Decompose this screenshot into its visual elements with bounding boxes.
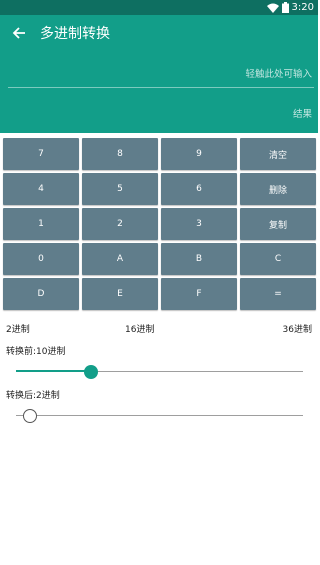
from-base-slider[interactable] xyxy=(16,365,303,379)
slider-thumb[interactable] xyxy=(83,365,98,379)
copy-button[interactable]: 复制 xyxy=(240,208,316,240)
slider-fill xyxy=(16,370,91,372)
battery-icon xyxy=(281,2,289,13)
to-base-slider[interactable] xyxy=(16,409,303,423)
back-button[interactable] xyxy=(8,22,30,44)
equals-button[interactable]: = xyxy=(240,278,316,310)
key-8[interactable]: 8 xyxy=(82,138,158,170)
key-e[interactable]: E xyxy=(82,278,158,310)
key-5[interactable]: 5 xyxy=(82,173,158,205)
base-range-labels: 2进制 16进制 36进制 xyxy=(0,322,318,336)
clear-button[interactable]: 清空 xyxy=(240,138,316,170)
slider-thumb[interactable] xyxy=(23,409,37,423)
key-b[interactable]: B xyxy=(161,243,237,275)
to-base-label: 转换后:2进制 xyxy=(6,391,60,401)
key-d[interactable]: D xyxy=(3,278,79,310)
mid-base-label: 16进制 xyxy=(125,325,155,335)
key-2[interactable]: 2 xyxy=(82,208,158,240)
keypad: 7 8 9 清空 4 5 6 删除 1 2 3 复制 0 A B C D E F = xyxy=(3,138,317,310)
key-4[interactable]: 4 xyxy=(3,173,79,205)
number-input[interactable] xyxy=(8,61,314,88)
key-1[interactable]: 1 xyxy=(3,208,79,240)
key-3[interactable]: 3 xyxy=(161,208,237,240)
key-f[interactable]: F xyxy=(161,278,237,310)
status-time: 3:20 xyxy=(291,2,314,13)
wifi-icon xyxy=(266,3,279,13)
key-a[interactable]: A xyxy=(82,243,158,275)
slider-track xyxy=(16,415,303,416)
from-base-label: 转换前:10进制 xyxy=(6,347,66,357)
key-7[interactable]: 7 xyxy=(3,138,79,170)
result-text: 结果 xyxy=(292,109,312,120)
status-icons: 3:20 xyxy=(266,1,314,14)
toolbar: 多进制转换 xyxy=(0,15,318,53)
key-0[interactable]: 0 xyxy=(3,243,79,275)
key-c[interactable]: C xyxy=(240,243,316,275)
key-6[interactable]: 6 xyxy=(161,173,237,205)
delete-button[interactable]: 删除 xyxy=(240,173,316,205)
status-bar: 3:20 xyxy=(0,0,318,15)
max-base-label: 36进制 xyxy=(282,325,312,335)
page-title: 多进制转换 xyxy=(40,26,110,42)
key-9[interactable]: 9 xyxy=(161,138,237,170)
input-panel: 结果 xyxy=(0,53,318,133)
arrow-back-icon xyxy=(12,27,25,39)
min-base-label: 2进制 xyxy=(6,325,30,335)
